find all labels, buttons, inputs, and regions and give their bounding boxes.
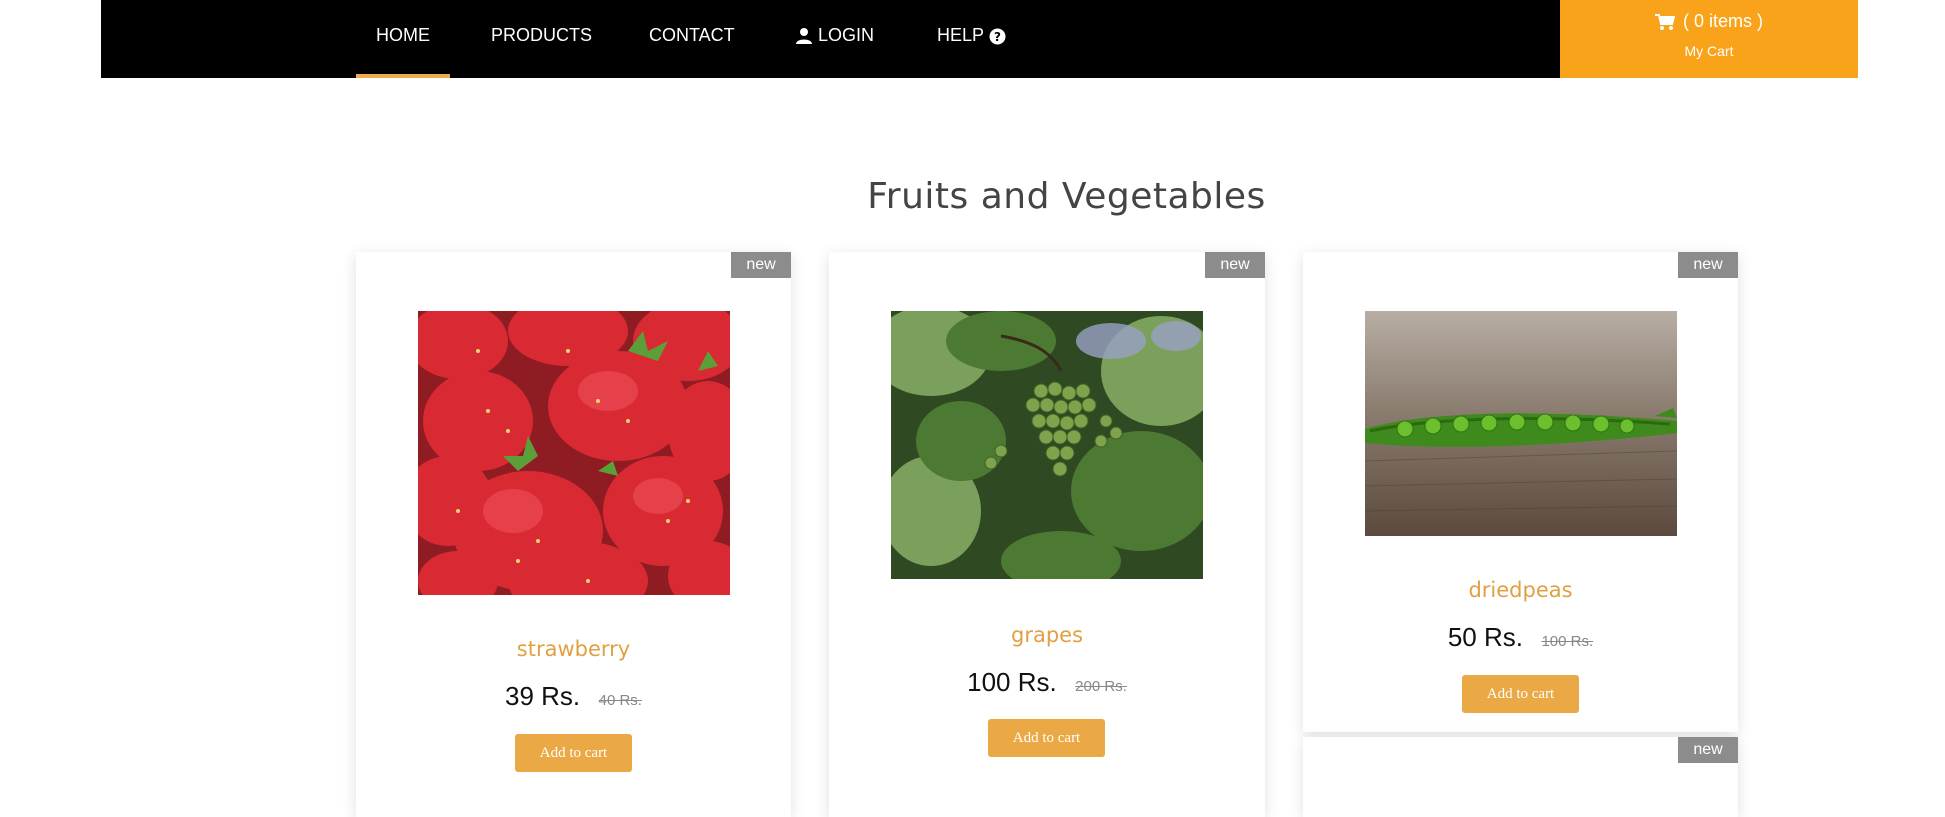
new-badge: new	[1205, 252, 1265, 278]
nav-contact-link[interactable]: CONTACT	[649, 0, 735, 78]
product-name[interactable]: grapes	[829, 623, 1265, 647]
driedpeas-image[interactable]	[1365, 311, 1677, 536]
product-name[interactable]: strawberry	[356, 637, 791, 661]
section-title: Fruits and Vegetables	[867, 176, 1266, 217]
new-badge: new	[1678, 737, 1738, 763]
add-to-cart-button[interactable]: Add to cart	[515, 734, 632, 772]
cart-items-text: ( 0 items )	[1682, 11, 1763, 31]
price-row: 39 Rs. 40 Rs.	[356, 681, 791, 712]
product-name[interactable]: driedpeas	[1303, 578, 1738, 602]
add-to-cart-button[interactable]: Add to cart	[988, 719, 1105, 757]
nav-help-label: HELP	[937, 25, 984, 45]
nav-home-link[interactable]: HOME	[356, 0, 450, 78]
product-old-price: 40 Rs.	[598, 692, 642, 709]
strawberry-image[interactable]	[418, 311, 730, 595]
product-price: 100 Rs.	[967, 667, 1057, 697]
product-card-grapes: new grapes 100 Rs. 200 Rs. Add to cart	[829, 252, 1265, 817]
product-old-price: 100 Rs.	[1541, 633, 1594, 650]
product-price: 39 Rs.	[505, 681, 581, 711]
product-card-strawberry: new strawberry 39 Rs. 40 Rs. Add to cart	[356, 252, 791, 817]
cart-label: My Cart	[1684, 43, 1734, 59]
peas-illustration	[1365, 311, 1677, 536]
product-card-driedpeas: new driedpeas 50 Rs. 100 Rs. Add to cart	[1303, 252, 1738, 732]
nav-login-link[interactable]: LOGIN	[795, 0, 874, 78]
cart-button[interactable]: ( 0 items ) My Cart	[1560, 0, 1858, 78]
nav-products-link[interactable]: PRODUCTS	[491, 0, 592, 78]
product-card-partial: new	[1303, 737, 1738, 817]
cart-count: ( 0 items )	[1560, 11, 1858, 32]
new-badge: new	[731, 252, 791, 278]
product-price: 50 Rs.	[1447, 622, 1523, 652]
price-row: 50 Rs. 100 Rs.	[1303, 622, 1738, 653]
grapes-illustration	[891, 311, 1203, 579]
product-old-price: 200 Rs.	[1075, 678, 1127, 695]
question-circle-icon: ?	[989, 28, 1006, 45]
shopping-cart-icon	[1654, 14, 1675, 31]
svg-text:?: ?	[994, 30, 1001, 44]
grapes-image[interactable]	[891, 311, 1203, 579]
add-to-cart-button[interactable]: Add to cart	[1462, 675, 1579, 713]
strawberry-illustration	[418, 311, 730, 595]
nav-help-link[interactable]: HELP ?	[937, 0, 1006, 78]
nav-login-label: LOGIN	[818, 25, 875, 45]
user-icon	[796, 28, 812, 45]
top-navbar: HOME PRODUCTS CONTACT LOGIN HELP ? ( 0 i…	[101, 0, 1858, 78]
new-badge: new	[1678, 252, 1738, 278]
price-row: 100 Rs. 200 Rs.	[829, 667, 1265, 698]
